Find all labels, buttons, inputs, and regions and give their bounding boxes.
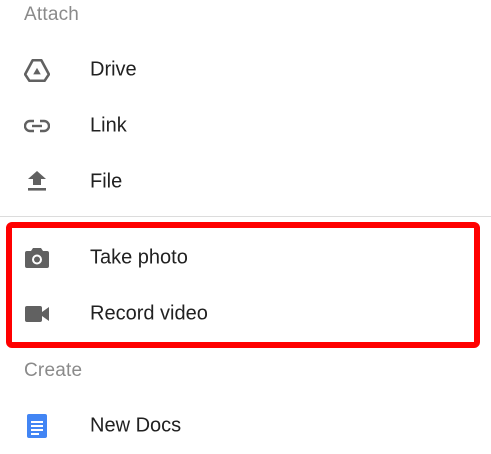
menu-item-take-photo[interactable]: Take photo: [0, 230, 491, 286]
menu-item-label: File: [90, 170, 123, 193]
menu-item-file[interactable]: File: [0, 154, 491, 210]
upload-icon: [24, 169, 50, 195]
menu-item-record-video[interactable]: Record video: [0, 286, 491, 342]
drive-icon: [24, 57, 50, 83]
camera-icon: [24, 245, 50, 271]
menu-item-link[interactable]: Link: [0, 98, 491, 154]
menu-item-label: Record video: [90, 302, 208, 325]
menu-item-label: New Docs: [90, 414, 182, 437]
menu-item-label: Drive: [90, 58, 137, 81]
create-section-header: Create: [24, 360, 83, 381]
attach-section-header: Attach: [24, 4, 80, 25]
link-icon: [24, 113, 50, 139]
menu-item-new-docs[interactable]: New Docs: [0, 398, 491, 454]
section-divider: [0, 216, 491, 217]
docs-icon: [24, 413, 50, 439]
menu-item-drive[interactable]: Drive: [0, 42, 491, 98]
menu-item-label: Link: [90, 114, 127, 137]
menu-item-label: Take photo: [90, 246, 188, 269]
videocam-icon: [24, 301, 50, 327]
